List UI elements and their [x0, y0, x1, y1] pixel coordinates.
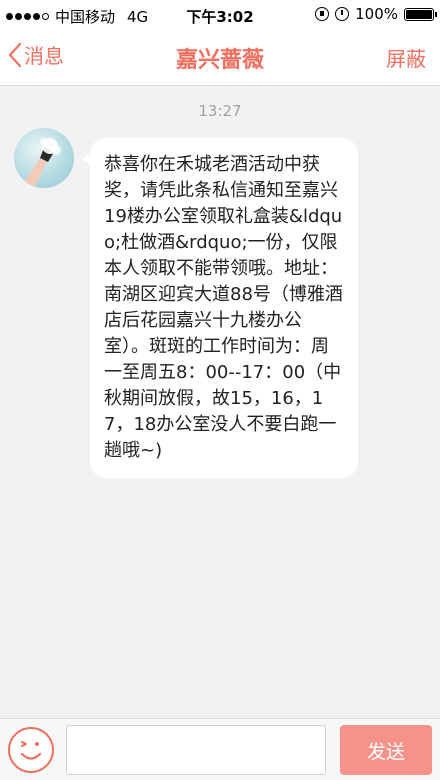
send-button[interactable]: 发送 — [340, 725, 432, 775]
message-timestamp: 13:27 — [198, 102, 242, 120]
battery-icon — [404, 7, 437, 21]
block-button[interactable]: 屏蔽 — [386, 43, 426, 72]
navigation-bar: 消息 嘉兴蔷薇 屏蔽 — [0, 30, 440, 86]
input-bar: 发送 — [0, 718, 440, 780]
battery-percent: 100% — [355, 5, 398, 23]
status-bar: 中国移动 4G 下午3:02 100% — [0, 0, 440, 30]
page-title: 嘉兴蔷薇 — [175, 48, 264, 73]
alarm-icon — [335, 7, 350, 21]
rotation-lock-icon — [315, 7, 330, 21]
message-input[interactable] — [66, 725, 326, 775]
wink-face-icon — [20, 741, 42, 760]
status-right: 100% — [315, 5, 437, 23]
avatar[interactable] — [14, 128, 74, 188]
avatar-image — [24, 138, 61, 188]
emoji-button[interactable] — [8, 727, 54, 773]
message-bubble: 恭喜你在禾城老酒活动中获奖，请凭此条私信通知至嘉兴19楼办公室领取礼盒装&ldq… — [90, 138, 358, 478]
